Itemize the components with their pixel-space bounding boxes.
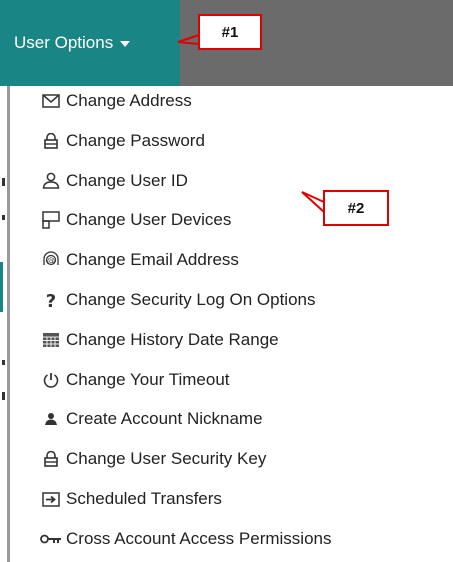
menu-item-change-password[interactable]: Change Password xyxy=(10,128,205,154)
menu-item-label: Cross Account Access Permissions xyxy=(66,528,332,548)
devices-icon xyxy=(40,210,62,230)
page-background-strip xyxy=(0,86,7,562)
menu-item-change-email-address[interactable]: @ Change Email Address xyxy=(10,247,239,273)
svg-text:@: @ xyxy=(47,256,55,265)
menu-item-label: Change Address xyxy=(66,91,192,110)
annotation-label-1: #1 xyxy=(221,23,239,41)
caret-down-icon xyxy=(120,41,131,47)
user-icon xyxy=(40,171,62,191)
menu-item-change-user-security-key[interactable]: Change User Security Key xyxy=(10,446,266,472)
background-mark xyxy=(2,215,5,220)
menu-item-label: Scheduled Transfers xyxy=(66,489,222,508)
annotation-pointer-1 xyxy=(177,32,200,45)
menu-item-change-history-date-range[interactable]: Change History Date Range xyxy=(10,327,279,353)
menu-item-label: Change Security Log On Options xyxy=(66,290,316,309)
menu-item-cross-account-access-permissions[interactable]: Cross Account Access Permissions xyxy=(10,526,331,552)
menu-item-label: Change Your Timeout xyxy=(66,369,230,389)
power-icon xyxy=(40,370,62,390)
user-options-button[interactable]: User Options xyxy=(0,0,180,86)
background-mark xyxy=(2,392,5,400)
question-icon: ? xyxy=(40,290,62,310)
envelope-icon xyxy=(40,91,62,111)
background-mark xyxy=(2,178,5,186)
menu-item-create-account-nickname[interactable]: Create Account Nickname xyxy=(10,406,263,432)
annotation-pointer-2 xyxy=(301,191,325,213)
menu-item-change-your-timeout[interactable]: Change Your Timeout xyxy=(10,367,230,393)
annotation-box-1: #1 xyxy=(198,14,262,50)
menu-item-scheduled-transfers[interactable]: Scheduled Transfers xyxy=(10,486,222,512)
annotation-label-2: #2 xyxy=(347,199,365,217)
lock-icon xyxy=(40,449,62,469)
key-icon xyxy=(40,529,62,549)
user-options-label: User Options xyxy=(14,33,114,52)
menu-item-label: Change User Security Key xyxy=(66,449,267,469)
background-mark xyxy=(2,360,5,365)
person-icon xyxy=(40,409,62,429)
menu-item-label: Change History Date Range xyxy=(66,329,279,349)
menu-item-label: Change Password xyxy=(66,130,205,150)
svg-text:?: ? xyxy=(46,291,56,309)
menu-item-change-security-log-on-options[interactable]: ? Change Security Log On Options xyxy=(10,287,316,313)
menu-item-label: Create Account Nickname xyxy=(66,409,263,429)
transfer-icon xyxy=(40,489,62,509)
menu-item-change-address[interactable]: Change Address xyxy=(10,88,192,114)
calendar-icon xyxy=(40,330,62,350)
menu-item-change-user-devices[interactable]: Change User Devices xyxy=(10,207,231,233)
menu-item-label: Change User Devices xyxy=(66,210,232,230)
background-mark xyxy=(0,262,3,312)
lock-icon xyxy=(40,131,62,151)
menu-item-label: Change Email Address xyxy=(66,250,239,270)
annotation-box-2: #2 xyxy=(323,190,389,226)
menu-item-label: Change User ID xyxy=(66,170,188,190)
at-sign-icon: @ xyxy=(40,250,62,270)
menu-item-change-user-id[interactable]: Change User ID xyxy=(10,168,188,194)
